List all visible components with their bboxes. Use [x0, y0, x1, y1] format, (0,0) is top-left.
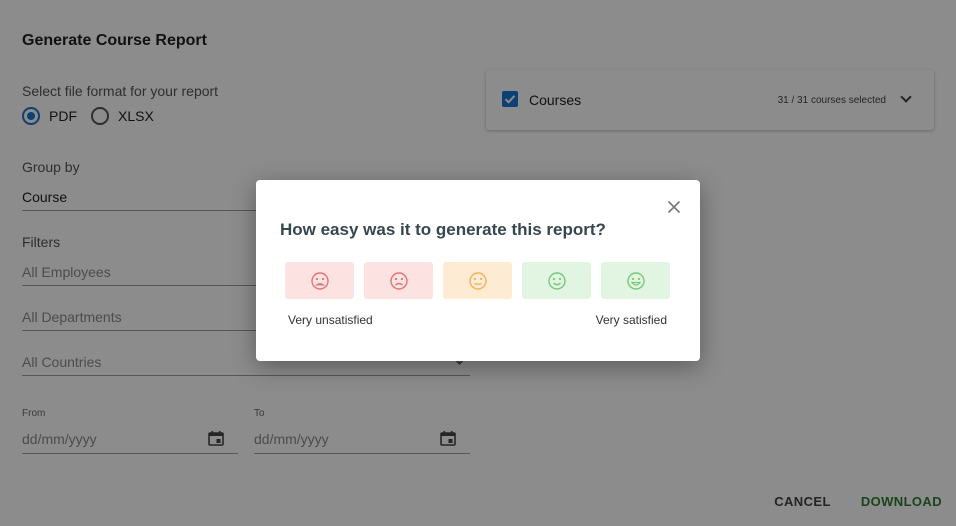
rating-satisfied-button[interactable]: [522, 262, 591, 299]
close-icon[interactable]: [666, 199, 682, 215]
rating-neutral-button[interactable]: [443, 262, 512, 299]
feedback-question: How easy was it to generate this report?: [280, 220, 606, 239]
rating-options: [285, 262, 670, 299]
smile-face-icon: [547, 271, 566, 290]
scale-max-label: Very satisfied: [595, 313, 667, 327]
rating-very-satisfied-button[interactable]: [601, 262, 670, 299]
feedback-dialog: How easy was it to generate this report?: [256, 180, 700, 361]
very-happy-face-icon: [626, 271, 645, 290]
very-sad-face-icon: [310, 271, 329, 290]
sad-face-icon: [389, 271, 408, 290]
scale-min-label: Very unsatisfied: [288, 313, 373, 327]
rating-unsatisfied-button[interactable]: [364, 262, 433, 299]
rating-very-unsatisfied-button[interactable]: [285, 262, 354, 299]
neutral-face-icon: [468, 271, 487, 290]
